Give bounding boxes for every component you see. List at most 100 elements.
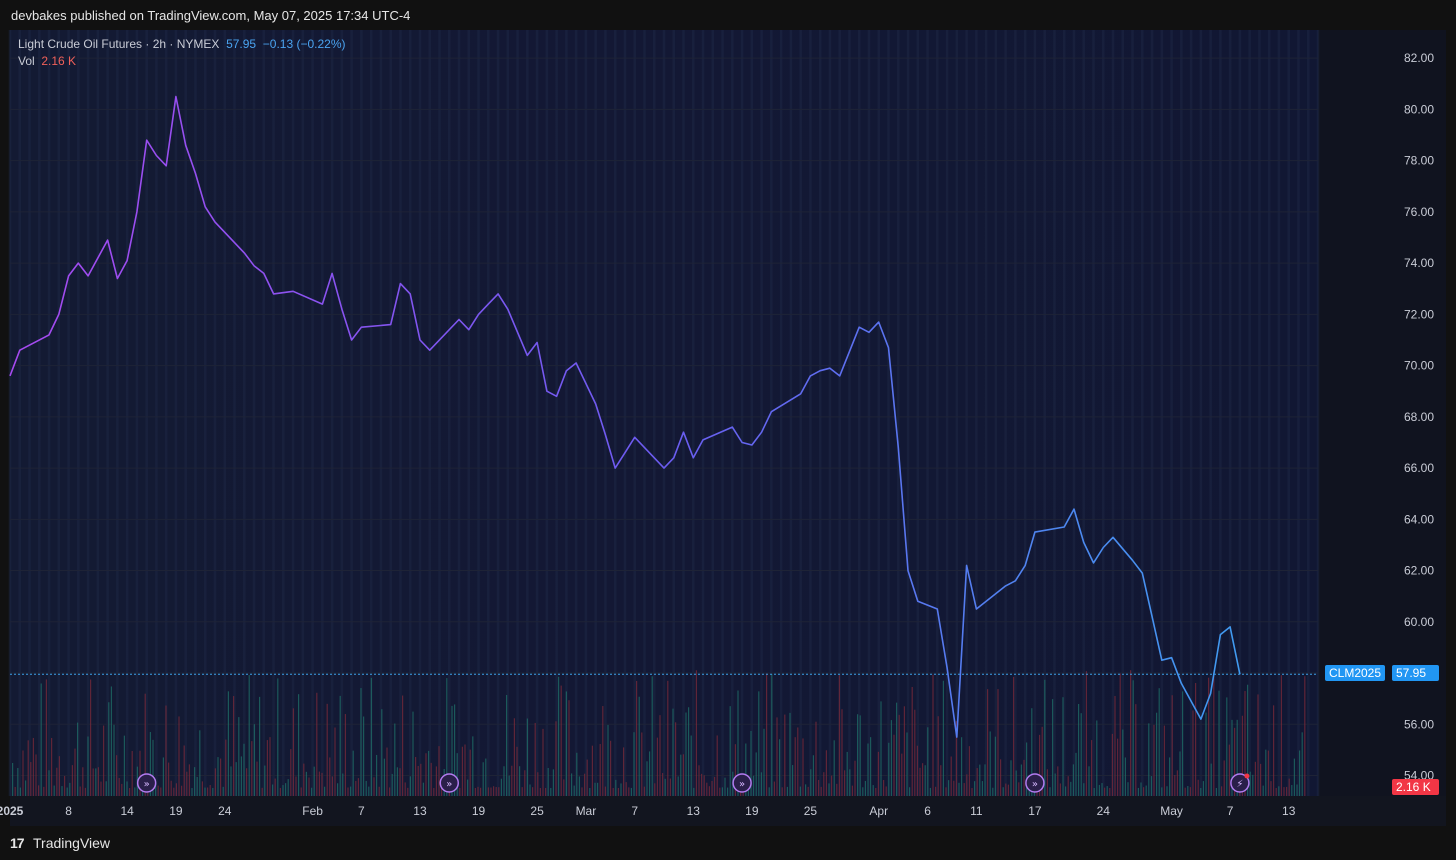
- y-tick-label: 62.00: [1404, 564, 1434, 578]
- volume-bar: [389, 787, 391, 796]
- volume-bar: [381, 709, 383, 796]
- volume-bar: [66, 787, 68, 796]
- volume-bar: [893, 734, 895, 796]
- volume-bar: [43, 786, 45, 796]
- volume-bar: [844, 770, 846, 796]
- volume-bar: [649, 751, 651, 796]
- volume-bar: [196, 776, 198, 796]
- volume-bar: [857, 714, 859, 796]
- volume-bar: [550, 787, 552, 796]
- volume-bar: [838, 675, 840, 796]
- volume-bar: [25, 780, 27, 796]
- volume-bar: [633, 732, 635, 796]
- volume-bar: [105, 781, 107, 796]
- volume-bar: [1109, 787, 1111, 796]
- volume-bar: [1291, 785, 1293, 796]
- volume-bar: [235, 762, 237, 796]
- volume-bar: [498, 787, 500, 796]
- volume-bar: [815, 721, 817, 796]
- volume-bar: [1085, 671, 1087, 796]
- forward-arrows-icon: »: [144, 779, 150, 790]
- volume-bar: [472, 736, 474, 796]
- volume-bar: [1195, 683, 1197, 796]
- tradingview-logo-icon[interactable]: 17: [10, 835, 25, 851]
- volume-bar: [178, 716, 180, 796]
- volume-bar: [1270, 781, 1272, 796]
- volume-bar: [90, 679, 92, 796]
- x-tick-label: 2025: [0, 804, 24, 818]
- volume-bar: [248, 675, 250, 796]
- volume-bar: [1184, 787, 1186, 796]
- volume-bar: [298, 694, 300, 796]
- volume-bar: [1059, 783, 1061, 796]
- x-tick-label: 25: [530, 804, 544, 818]
- volume-bar: [524, 770, 526, 796]
- volume-bar: [157, 785, 159, 796]
- volume-bar: [368, 786, 370, 796]
- volume-bar: [295, 776, 297, 796]
- volume-bar: [495, 787, 497, 796]
- volume-bar: [1163, 725, 1165, 796]
- volume-bar: [935, 786, 937, 796]
- volume-tag-value: 2.16 K: [1396, 780, 1431, 794]
- volume-bar: [1013, 676, 1015, 796]
- volume-bar: [560, 685, 562, 796]
- volume-bar: [776, 717, 778, 796]
- volume-bar: [1174, 774, 1176, 796]
- volume-bar: [773, 781, 775, 796]
- volume-bar: [779, 739, 781, 796]
- volume-bar: [539, 788, 541, 796]
- volume-bar: [690, 735, 692, 796]
- volume-bar: [506, 694, 508, 796]
- volume-bar: [1072, 764, 1074, 796]
- volume-bar: [1049, 787, 1051, 796]
- volume-bar: [285, 783, 287, 796]
- volume-bar: [729, 706, 731, 796]
- volume-bar: [1130, 670, 1132, 796]
- volume-bar: [1299, 750, 1301, 796]
- volume-bar: [1200, 787, 1202, 796]
- volume-bar: [537, 772, 539, 796]
- volume-bar: [1260, 763, 1262, 796]
- forward-arrows-icon: »: [1032, 779, 1038, 790]
- volume-bar: [519, 766, 521, 796]
- volume-bar: [979, 764, 981, 796]
- footer: 17 TradingView: [0, 826, 1456, 860]
- volume-bar: [1111, 733, 1113, 796]
- volume-bar: [1257, 694, 1259, 796]
- price-chart[interactable]: 82.00 80.00 78.00 76.00 74.00 72.00 70.00 68.00…: [0, 0, 1456, 826]
- volume-bar: [1166, 786, 1168, 796]
- volume-bar: [394, 723, 396, 796]
- volume-bar: [781, 787, 783, 796]
- volume-bar: [461, 746, 463, 796]
- volume-bar: [129, 787, 131, 796]
- volume-bar: [1205, 712, 1207, 796]
- volume-bar: [186, 771, 188, 796]
- volume-bar: [84, 787, 86, 796]
- volume-bar: [482, 762, 484, 796]
- volume-bar: [420, 763, 422, 796]
- volume-bar: [768, 787, 770, 796]
- volume-bar: [1197, 779, 1199, 796]
- x-tick-label: 19: [472, 804, 486, 818]
- volume-bar: [589, 787, 591, 796]
- symbol-text: Light Crude Oil Futures · 2h · NYMEX: [18, 37, 220, 51]
- footer-brand[interactable]: TradingView: [33, 835, 110, 851]
- volume-bar: [30, 762, 32, 796]
- volume-bar: [464, 744, 466, 796]
- x-tick-label: 13: [687, 804, 701, 818]
- volume-bar: [48, 770, 50, 796]
- volume-bar: [870, 737, 872, 796]
- volume-bar: [727, 787, 729, 796]
- volume-bar: [833, 740, 835, 796]
- volume-bar: [1065, 786, 1067, 796]
- volume-bar: [266, 740, 268, 796]
- volume-bar: [1213, 672, 1215, 796]
- volume-bar: [487, 787, 489, 796]
- volume-bar: [188, 764, 190, 796]
- volume-bar: [425, 753, 427, 796]
- volume-bar: [789, 712, 791, 796]
- volume-bar: [799, 786, 801, 796]
- volume-bar: [490, 787, 492, 796]
- volume-bar: [656, 737, 658, 796]
